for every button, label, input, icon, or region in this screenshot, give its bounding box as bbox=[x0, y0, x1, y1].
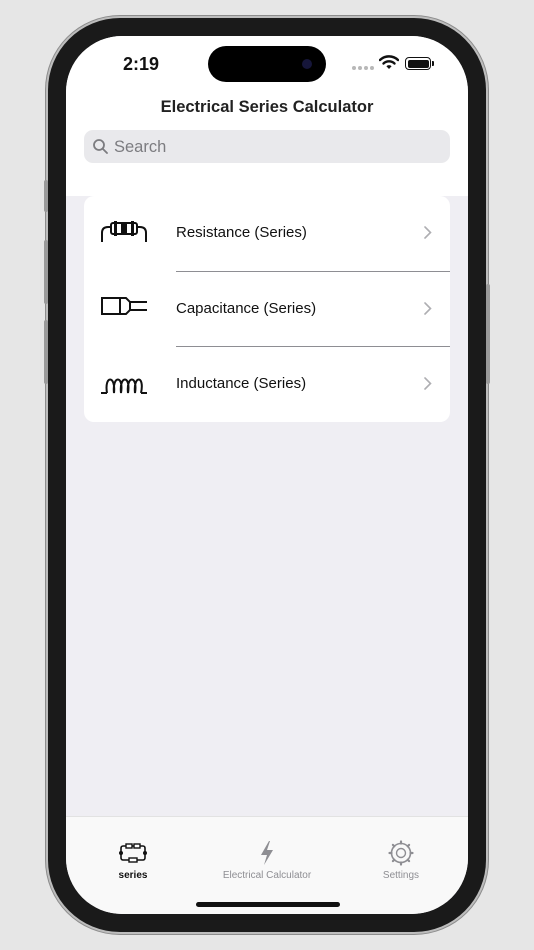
list-item-inductance[interactable]: Inductance (Series) bbox=[84, 347, 450, 422]
tab-label: Settings bbox=[382, 870, 420, 881]
header-area: 2:19 Electrical Series Calculator bbox=[66, 36, 468, 196]
list-item-label: Capacitance (Series) bbox=[176, 300, 317, 317]
calculator-list: Resistance (Series) Capacitance (Series) bbox=[84, 196, 450, 422]
status-time: 2:19 bbox=[122, 54, 160, 74]
device-volume-up bbox=[44, 240, 48, 304]
capacitor-icon bbox=[101, 297, 147, 315]
search-input[interactable] bbox=[112, 130, 436, 165]
search-icon bbox=[93, 139, 108, 154]
tab-label: series bbox=[118, 870, 148, 881]
lightning-bolt-icon bbox=[251, 839, 283, 867]
home-indicator[interactable] bbox=[196, 902, 340, 907]
tab-label: Electrical Calculator bbox=[222, 870, 312, 881]
camera-dot bbox=[302, 59, 312, 69]
resistor-icon bbox=[101, 221, 147, 242]
tab-series[interactable]: series bbox=[66, 817, 200, 887]
search-bar[interactable] bbox=[84, 130, 450, 165]
signal-dots-icon bbox=[352, 66, 374, 70]
tab-settings[interactable]: Settings bbox=[334, 817, 468, 887]
chevron-right-icon bbox=[424, 302, 432, 315]
inductor-icon bbox=[101, 378, 147, 394]
wifi-icon bbox=[379, 55, 399, 69]
series-circuit-icon bbox=[117, 839, 149, 867]
list-item-label: Inductance (Series) bbox=[176, 375, 307, 392]
chevron-right-icon bbox=[424, 226, 432, 239]
battery-icon bbox=[405, 57, 431, 70]
dynamic-island bbox=[208, 46, 326, 82]
list-item-resistance[interactable]: Resistance (Series) bbox=[84, 196, 450, 271]
tab-electrical-calculator[interactable]: Electrical Calculator bbox=[200, 817, 334, 887]
list-item-capacitance[interactable]: Capacitance (Series) bbox=[84, 272, 450, 347]
app-screen: 2:19 Electrical Series Calculator Search… bbox=[66, 36, 468, 914]
device-side-button bbox=[44, 180, 48, 212]
battery-tip bbox=[432, 61, 434, 66]
page-title: Electrical Series Calculator bbox=[160, 98, 374, 116]
gear-icon bbox=[385, 839, 417, 867]
device-volume-down bbox=[44, 320, 48, 384]
tab-bar: series Electrical Calculator Settings bbox=[66, 816, 468, 914]
device-power-button bbox=[486, 284, 490, 384]
chevron-right-icon bbox=[424, 377, 432, 390]
list-item-label: Resistance (Series) bbox=[176, 224, 307, 241]
